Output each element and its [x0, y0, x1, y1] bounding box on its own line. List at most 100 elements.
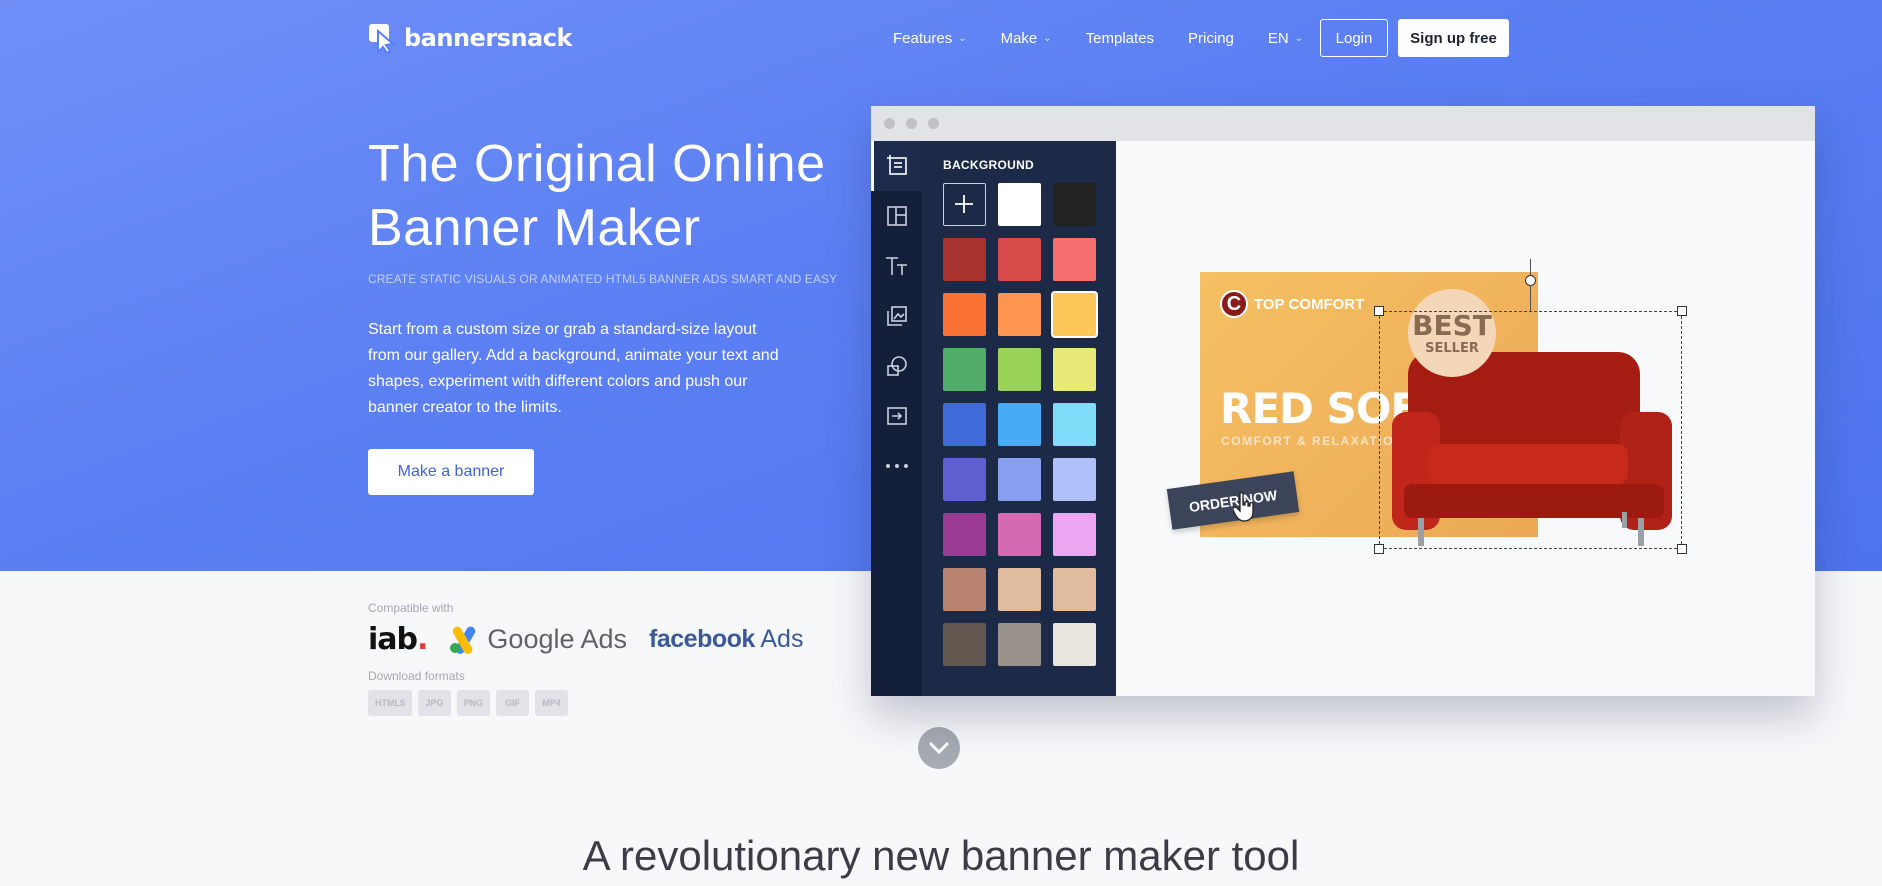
color-swatch[interactable]	[1053, 623, 1096, 666]
color-swatch[interactable]	[943, 513, 986, 556]
color-swatch[interactable]	[943, 293, 986, 336]
color-swatch[interactable]	[1053, 403, 1096, 446]
format-badge-mp4: MP4	[535, 690, 568, 716]
nav-features-label: Features	[893, 29, 953, 47]
nav-pricing[interactable]: Pricing	[1188, 19, 1234, 57]
banner-brand: C TOP COMFORT	[1220, 290, 1364, 318]
selection-frame	[1379, 311, 1682, 549]
layout-icon	[887, 155, 907, 175]
hero-subtitle: CREATE STATIC VISUALS OR ANIMATED HTML5 …	[368, 272, 838, 286]
add-color-button[interactable]	[943, 183, 986, 226]
compatible-label: Compatible with	[368, 601, 454, 615]
tool-sidebar	[871, 141, 922, 696]
color-swatch[interactable]	[998, 568, 1041, 611]
chevron-down-icon: ⌄	[1043, 32, 1052, 44]
design-canvas[interactable]: C TOP COMFORT RED SOFA COMFORT & RELAXAT…	[1116, 141, 1815, 696]
more-icon	[885, 464, 908, 468]
color-swatch[interactable]	[998, 183, 1041, 226]
language-selector[interactable]: EN ⌄	[1268, 19, 1303, 57]
color-swatch[interactable]	[1053, 568, 1096, 611]
resize-handle[interactable]	[1374, 306, 1384, 316]
banner-tagline: COMFORT & RELAXATION	[1221, 434, 1405, 448]
color-swatch[interactable]	[1053, 293, 1096, 336]
templates-icon	[886, 206, 907, 226]
main-nav: Features ⌄ Make ⌄ Templates Pricing EN ⌄	[893, 19, 1337, 57]
color-swatch[interactable]	[1053, 458, 1096, 501]
language-label: EN	[1267, 29, 1289, 47]
color-swatch[interactable]	[943, 238, 986, 281]
make-banner-button[interactable]: Make a banner	[368, 449, 534, 495]
brand-logo[interactable]: bannersnack	[368, 22, 572, 54]
color-swatch[interactable]	[998, 458, 1041, 501]
plus-icon	[955, 195, 973, 213]
export-icon	[886, 407, 907, 425]
google-ads-icon	[450, 626, 476, 654]
shapes-icon	[886, 356, 907, 376]
color-swatch[interactable]	[1053, 183, 1096, 226]
color-swatch[interactable]	[998, 293, 1041, 336]
hero-description: Start from a custom size or grab a stand…	[368, 321, 779, 416]
editor-body: BACKGROUND C TOP COMFORT RED SOFA COMFOR…	[871, 141, 1815, 696]
color-swatch[interactable]	[943, 403, 986, 446]
color-swatch[interactable]	[1053, 238, 1096, 281]
format-badge-jpg: JPG	[418, 690, 451, 716]
nav-make[interactable]: Make ⌄	[1001, 19, 1052, 57]
banner-brand-text: TOP COMFORT	[1254, 295, 1365, 313]
rotate-handle[interactable]	[1525, 275, 1536, 286]
resize-handle[interactable]	[1677, 306, 1687, 316]
cursor-logo-icon	[369, 24, 396, 54]
color-swatch[interactable]	[943, 568, 986, 611]
facebook-text: facebook	[649, 625, 755, 653]
brand-name: bannersnack	[404, 24, 572, 52]
window-dot	[884, 118, 895, 129]
background-panel: BACKGROUND	[922, 141, 1116, 696]
export-tool[interactable]	[871, 391, 922, 441]
color-swatch[interactable]	[1053, 348, 1096, 391]
chevron-down-icon: ⌄	[1294, 32, 1304, 44]
nav-features[interactable]: Features ⌄	[893, 19, 967, 57]
facebook-ads-suffix: Ads	[760, 625, 804, 653]
iab-dot: .	[417, 622, 428, 657]
google-ads-text: Google Ads	[487, 624, 628, 654]
color-swatch[interactable]	[998, 513, 1041, 556]
iab-logo: iab.	[368, 622, 428, 657]
images-tool[interactable]	[871, 291, 922, 341]
facebook-ads-logo: facebook Ads	[649, 625, 803, 654]
color-swatch[interactable]	[943, 458, 986, 501]
more-tool[interactable]	[871, 441, 922, 491]
chevron-down-icon	[929, 742, 949, 754]
color-swatch[interactable]	[943, 623, 986, 666]
nav-templates[interactable]: Templates	[1086, 19, 1154, 57]
format-badge-png: PNG	[457, 690, 490, 716]
panel-title: BACKGROUND	[943, 158, 1034, 172]
color-swatch[interactable]	[998, 238, 1041, 281]
resize-handle[interactable]	[1677, 544, 1687, 554]
iab-text: iab	[368, 622, 418, 657]
hand-cursor-icon	[1233, 492, 1254, 522]
color-swatch[interactable]	[998, 403, 1041, 446]
chevron-down-icon: ⌄	[958, 32, 967, 44]
resize-handle[interactable]	[1374, 544, 1384, 554]
color-swatch[interactable]	[998, 348, 1041, 391]
partner-logos: iab. Google Ads facebook Ads	[368, 622, 803, 657]
google-ads-logo: Google Ads	[449, 624, 627, 655]
color-swatch[interactable]	[998, 623, 1041, 666]
editor-mockup: BACKGROUND C TOP COMFORT RED SOFA COMFOR…	[871, 106, 1815, 696]
login-button[interactable]: Login	[1320, 19, 1388, 57]
format-badges: HTML5 JPG PNG GIF MP4	[368, 690, 574, 716]
page-title: The Original Online Banner Maker	[368, 135, 826, 257]
nav-templates-label: Templates	[1085, 29, 1155, 47]
color-swatch[interactable]	[943, 348, 986, 391]
download-formats-label: Download formats	[368, 669, 465, 683]
shapes-tool[interactable]	[871, 341, 922, 391]
text-tool[interactable]	[871, 241, 922, 291]
signup-button[interactable]: Sign up free	[1398, 19, 1509, 57]
templates-tool[interactable]	[871, 191, 922, 241]
section-heading: A revolutionary new banner maker tool	[582, 832, 1300, 879]
color-swatch[interactable]	[1053, 513, 1096, 556]
scroll-down-button[interactable]	[918, 727, 960, 769]
format-badge-gif: GIF	[496, 690, 529, 716]
window-dot	[906, 118, 917, 129]
window-titlebar	[871, 106, 1815, 141]
background-tool[interactable]	[871, 141, 922, 191]
